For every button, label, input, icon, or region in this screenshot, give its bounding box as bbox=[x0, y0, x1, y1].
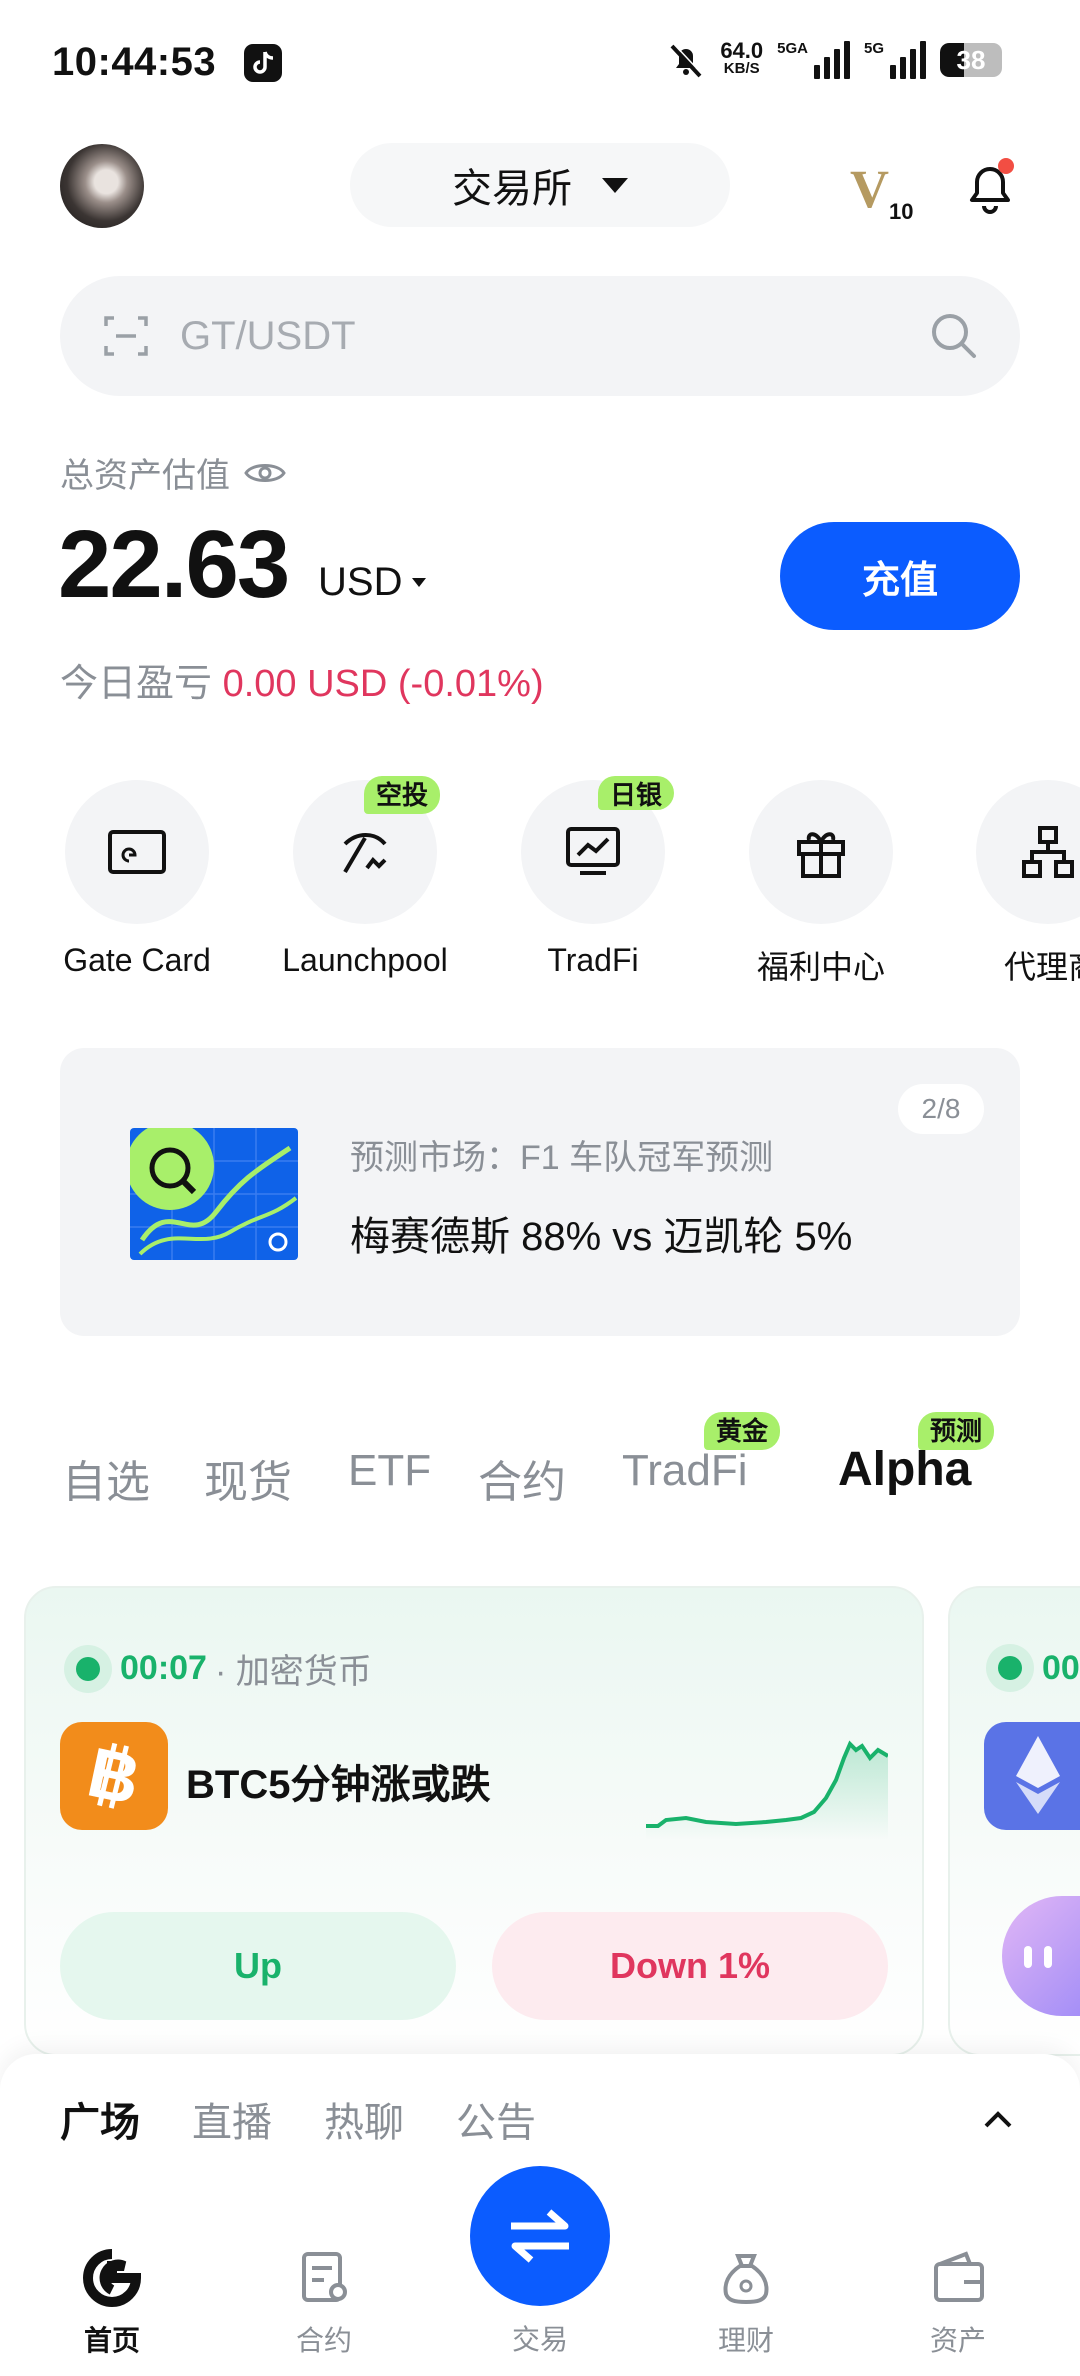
pnl-value: 0.00 USD (-0.01%) bbox=[222, 663, 544, 705]
money-bag-icon bbox=[723, 2254, 769, 2305]
contract-icon bbox=[302, 2252, 347, 2302]
assistant-bot-icon[interactable] bbox=[1002, 1896, 1080, 2016]
shortcut-tradfi[interactable]: TradFi 日银 bbox=[498, 776, 688, 979]
org-chart-icon bbox=[1022, 826, 1074, 878]
sheet-tab-announcement[interactable]: 公告 bbox=[456, 2090, 536, 2148]
deposit-button[interactable]: 充值 bbox=[780, 522, 1020, 630]
tab-watchlist[interactable]: 自选 bbox=[62, 1446, 150, 1510]
scan-icon[interactable] bbox=[102, 312, 150, 360]
signal-icon bbox=[813, 41, 850, 79]
nav-trade-label: 交易 bbox=[511, 2324, 568, 2355]
card-timer: 00:07 · 加密货币 bbox=[64, 1644, 372, 1693]
vip-badge[interactable]: V10 bbox=[850, 158, 913, 225]
card-timer-2: 00 bbox=[986, 1644, 1080, 1692]
trade-button[interactable] bbox=[470, 2166, 610, 2306]
battery-icon: 38 bbox=[940, 43, 1002, 77]
price-sparkline bbox=[646, 1740, 888, 1840]
banner-title: 梅赛德斯 88% vs 迈凯轮 5% bbox=[350, 1215, 853, 1259]
shortcut-rewards-center[interactable]: 福利中心 bbox=[726, 780, 916, 988]
currency-selector[interactable]: USD bbox=[318, 560, 427, 605]
pickaxe-icon bbox=[343, 833, 387, 874]
search-icon[interactable] bbox=[928, 310, 980, 362]
notification-dot bbox=[998, 158, 1014, 174]
search-input[interactable] bbox=[180, 313, 928, 359]
exchange-switcher[interactable]: 交易所 bbox=[350, 143, 730, 227]
sheet-tab-live[interactable]: 直播 bbox=[192, 2090, 272, 2148]
network-label-2: 5G bbox=[863, 40, 884, 57]
today-pnl: 今日盈亏 0.00 USD (-0.01%) bbox=[60, 663, 544, 705]
nav-assets[interactable]: 资产 bbox=[888, 2248, 1028, 2359]
swap-arrows-icon bbox=[511, 2209, 569, 2263]
shortcut-tag: 空投 bbox=[364, 776, 441, 814]
nav-home[interactable]: 首页 bbox=[42, 2248, 182, 2359]
live-indicator-icon bbox=[986, 1644, 1034, 1692]
signal-icon-2 bbox=[890, 41, 926, 79]
tab-futures[interactable]: 合约 bbox=[478, 1446, 566, 1510]
exchange-label: 交易所 bbox=[452, 167, 572, 211]
tab-etf[interactable]: ETF bbox=[348, 1446, 431, 1496]
mute-bell-icon bbox=[670, 43, 703, 78]
wallet-icon bbox=[934, 2251, 984, 2302]
bet-down-button[interactable]: Down 1% bbox=[492, 1912, 888, 2020]
shortcut-tag: 日银 bbox=[598, 776, 675, 810]
search-bar[interactable] bbox=[60, 276, 1020, 396]
shortcut-agent[interactable]: 代理商 bbox=[954, 780, 1080, 988]
nav-earn[interactable]: 理财 bbox=[676, 2248, 816, 2359]
tab-spot[interactable]: 现货 bbox=[204, 1446, 292, 1510]
live-indicator-icon bbox=[64, 1644, 112, 1693]
network-label-1: 5GA bbox=[777, 40, 808, 57]
tab-tag-prediction: 预测 bbox=[918, 1412, 995, 1450]
monitor-chart-icon bbox=[566, 827, 620, 875]
tab-tag-gold: 黄金 bbox=[704, 1412, 781, 1450]
total-assets-label: 总资产估值 bbox=[60, 448, 286, 497]
net-speed: 64.0 KB/S bbox=[720, 38, 764, 78]
chevron-up-icon[interactable] bbox=[982, 2104, 1014, 2136]
tiktok-icon bbox=[244, 44, 282, 82]
shortcut-launchpool[interactable]: Launchpool 空投 bbox=[270, 776, 460, 979]
caret-down-icon bbox=[412, 578, 427, 587]
card-title: BTC5分钟涨或跌 bbox=[186, 1763, 491, 1807]
bet-up-button[interactable]: Up bbox=[60, 1912, 456, 2020]
status-time: 10:44:53 bbox=[52, 40, 217, 84]
avatar[interactable] bbox=[60, 144, 144, 228]
prediction-market-image bbox=[130, 1128, 298, 1260]
shortcut-gate-card[interactable]: Gate Card bbox=[42, 780, 232, 979]
nav-futures[interactable]: 合约 bbox=[254, 2248, 394, 2359]
tab-alpha[interactable]: Alpha bbox=[838, 1442, 971, 1497]
balance-value: 22.63 bbox=[58, 511, 290, 618]
gift-icon bbox=[797, 832, 845, 878]
caret-down-icon bbox=[602, 177, 628, 193]
status-icons: 64.0 KB/S 5GA 5G 38 bbox=[666, 40, 1002, 80]
sheet-tab-hot-chat[interactable]: 热聊 bbox=[324, 2090, 404, 2148]
card-icon bbox=[108, 830, 166, 874]
eye-icon[interactable] bbox=[244, 458, 286, 488]
sheet-tab-square[interactable]: 广场 bbox=[60, 2090, 140, 2148]
banner-subtitle: 预测市场：F1 车队冠军预测 bbox=[350, 1139, 774, 1177]
banner-pager: 2/8 bbox=[898, 1084, 984, 1134]
ethereum-icon bbox=[984, 1722, 1080, 1830]
gate-logo-icon bbox=[83, 2249, 142, 2307]
bitcoin-icon: B bbox=[60, 1722, 168, 1830]
tab-tradfi[interactable]: TradFi bbox=[622, 1446, 748, 1496]
